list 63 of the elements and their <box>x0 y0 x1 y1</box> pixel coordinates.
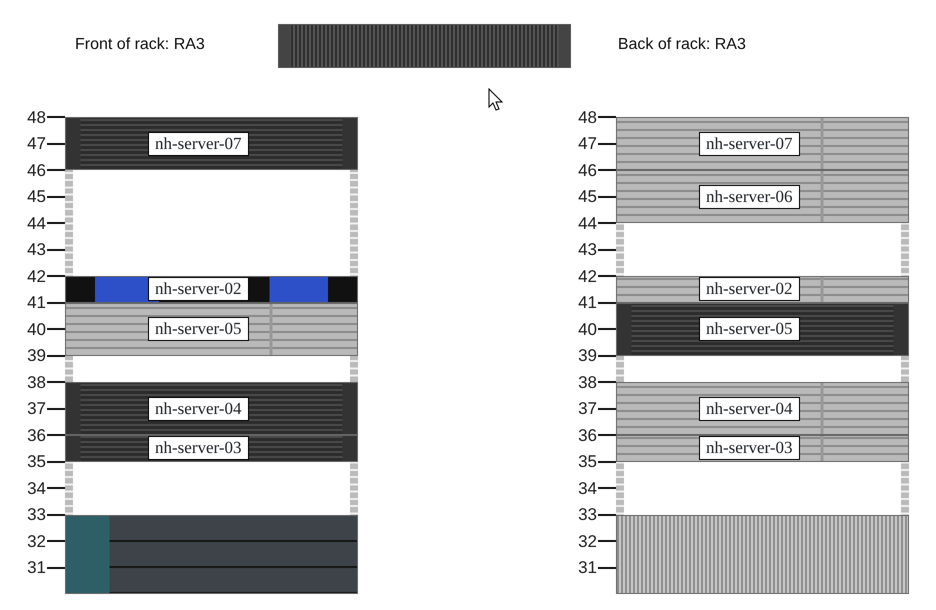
unit-number: 45 <box>578 186 597 208</box>
unit-number: 33 <box>578 504 597 526</box>
storage-shelf[interactable] <box>65 514 358 594</box>
unit-number: 35 <box>27 451 46 473</box>
server-unit[interactable]: nh-server-04 <box>616 382 909 435</box>
unit-number: 42 <box>578 266 597 288</box>
unit-number: 39 <box>27 345 46 367</box>
unit-number: 38 <box>27 372 46 394</box>
rack-title: Front of rack: RA3 <box>75 35 205 55</box>
unit-number: 37 <box>27 398 46 420</box>
server-label: nh-server-07 <box>699 132 800 156</box>
unit-number: 41 <box>578 292 597 314</box>
server-unit[interactable]: nh-server-03 <box>65 435 358 462</box>
server-unit[interactable]: nh-server-07 <box>616 117 909 170</box>
unit-number: 34 <box>578 478 597 500</box>
server-label: nh-server-02 <box>148 277 249 302</box>
unit-number: 40 <box>27 318 46 340</box>
server-label: nh-server-06 <box>699 184 800 208</box>
chassis-unit[interactable] <box>616 514 909 594</box>
unit-number: 45 <box>27 186 46 208</box>
server-unit[interactable]: nh-server-05 <box>65 302 358 356</box>
unit-number: 33 <box>27 504 46 526</box>
server-unit[interactable]: nh-server-02 <box>616 276 909 302</box>
server-unit[interactable]: nh-server-04 <box>65 382 358 435</box>
unit-number: 48 <box>27 106 46 128</box>
unit-number: 42 <box>27 266 46 288</box>
unit-number: 43 <box>578 239 597 261</box>
server-label: nh-server-04 <box>699 396 800 420</box>
unit-number: 39 <box>578 345 597 367</box>
unit-number: 32 <box>578 530 597 552</box>
unit-number: 46 <box>578 160 597 182</box>
unit-number: 44 <box>27 212 46 234</box>
unit-number: 46 <box>27 160 46 182</box>
server-label: nh-server-07 <box>148 132 249 156</box>
server-unit[interactable]: nh-server-07 <box>65 117 358 170</box>
unit-number: 48 <box>578 106 597 128</box>
server-label: nh-server-02 <box>699 277 800 302</box>
unit-number: 44 <box>578 212 597 234</box>
unit-number: 35 <box>578 451 597 473</box>
unit-number: 34 <box>27 478 46 500</box>
unit-number: 36 <box>27 424 46 446</box>
unit-number: 31 <box>27 557 46 579</box>
server-label: nh-server-03 <box>148 436 249 460</box>
cursor-icon <box>488 88 504 112</box>
unit-number: 40 <box>578 318 597 340</box>
unit-number: 47 <box>578 133 597 155</box>
unit-number: 47 <box>27 133 46 155</box>
unit-number: 36 <box>578 424 597 446</box>
unit-number: 41 <box>27 292 46 314</box>
unit-number: 38 <box>578 372 597 394</box>
server-unit[interactable]: nh-server-06 <box>616 170 909 223</box>
firewall-unit[interactable]: nh-server-02 <box>65 276 358 302</box>
unit-number: 32 <box>27 530 46 552</box>
unit-number: 37 <box>578 398 597 420</box>
server-unit[interactable]: nh-server-05 <box>616 302 909 356</box>
server-label: nh-server-03 <box>699 436 800 460</box>
unit-number: 43 <box>27 239 46 261</box>
unit-number: 31 <box>578 557 597 579</box>
server-label: nh-server-05 <box>148 317 249 341</box>
server-unit[interactable]: nh-server-03 <box>616 435 909 462</box>
server-label: nh-server-05 <box>699 317 800 341</box>
server-label: nh-server-04 <box>148 396 249 420</box>
rack-title: Back of rack: RA3 <box>618 35 746 55</box>
